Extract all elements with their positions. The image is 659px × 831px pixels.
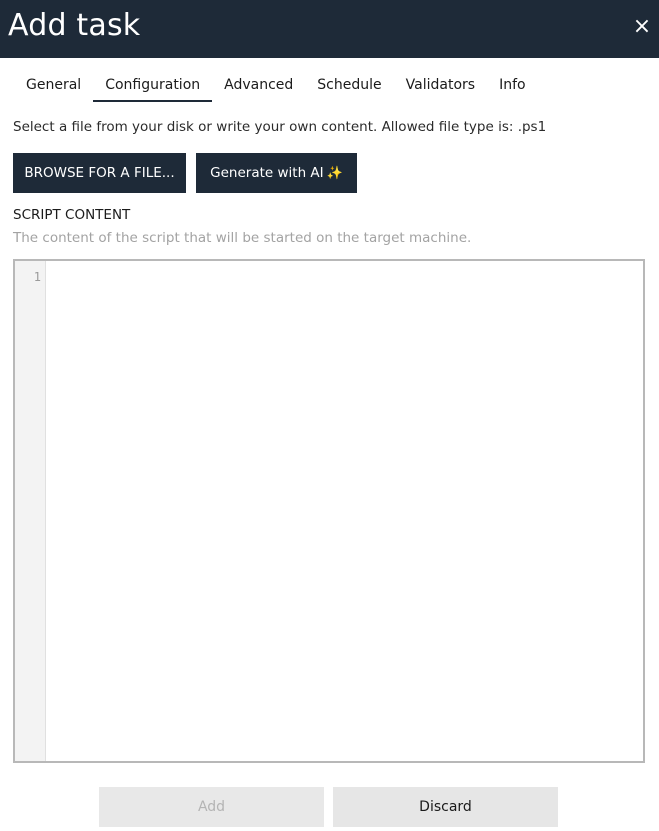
tab-bar: General Configuration Advanced Schedule … bbox=[14, 66, 538, 102]
add-button[interactable]: Add bbox=[99, 787, 324, 827]
script-editor[interactable]: 1 bbox=[13, 259, 645, 763]
tab-general[interactable]: General bbox=[14, 66, 93, 102]
tab-validators[interactable]: Validators bbox=[394, 66, 487, 102]
line-number-gutter: 1 bbox=[15, 261, 46, 761]
script-content-description: The content of the script that will be s… bbox=[13, 230, 472, 246]
line-number: 1 bbox=[33, 270, 41, 284]
dialog-header: Add task × bbox=[0, 0, 659, 58]
tab-info[interactable]: Info bbox=[487, 66, 538, 102]
generate-with-ai-button[interactable]: Generate with AI ✨ bbox=[196, 153, 357, 193]
dialog-title: Add task bbox=[8, 8, 141, 43]
discard-button[interactable]: Discard bbox=[333, 787, 558, 827]
script-content-input[interactable] bbox=[47, 261, 643, 761]
tab-advanced[interactable]: Advanced bbox=[212, 66, 305, 102]
tab-configuration[interactable]: Configuration bbox=[93, 66, 213, 102]
tab-schedule[interactable]: Schedule bbox=[305, 66, 393, 102]
browse-file-button[interactable]: BROWSE FOR A FILE... bbox=[13, 153, 186, 193]
file-helper-text: Select a file from your disk or write yo… bbox=[13, 119, 547, 135]
close-icon[interactable]: × bbox=[629, 14, 655, 40]
sparkle-icon: ✨ bbox=[326, 166, 343, 181]
generate-with-ai-label: Generate with AI bbox=[210, 165, 324, 181]
script-content-title: SCRIPT CONTENT bbox=[13, 207, 131, 223]
